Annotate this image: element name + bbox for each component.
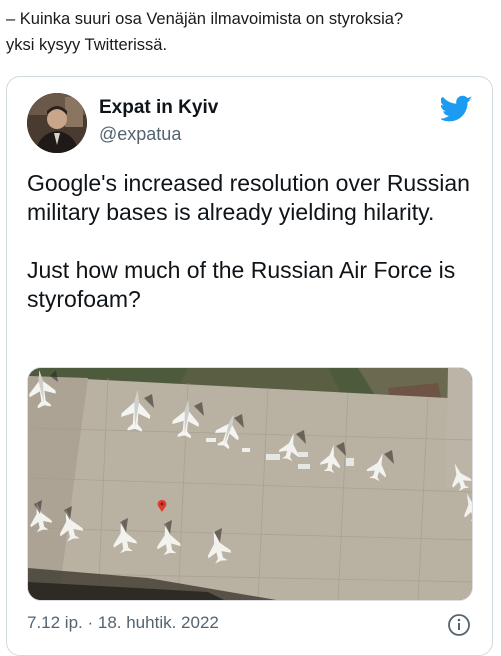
- tweet-text-paragraph-2: Just how much of the Russian Air Force i…: [27, 257, 456, 312]
- info-icon[interactable]: [447, 613, 471, 637]
- author-name[interactable]: Expat in Kyiv: [99, 97, 218, 119]
- avatar-image: [27, 93, 87, 153]
- satellite-image: [28, 368, 472, 600]
- tweet-timestamp[interactable]: 7.12 ip. · 18. huhtik. 2022: [27, 613, 219, 633]
- twitter-bird-icon[interactable]: [441, 95, 473, 123]
- avatar[interactable]: [27, 93, 87, 153]
- author-handle[interactable]: @expatua: [99, 124, 181, 145]
- caption-line-1: – Kuinka suuri osa Venäjän ilmavoimista …: [6, 10, 404, 28]
- tweet-text: Google's increased resolution over Russi…: [27, 169, 482, 343]
- article-caption: – Kuinka suuri osa Venäjän ilmavoimista …: [6, 6, 497, 58]
- tweet-media-satellite-image[interactable]: [27, 367, 473, 601]
- embedded-tweet-card[interactable]: Expat in Kyiv @expatua Google's increase…: [6, 76, 493, 656]
- caption-line-2: yksi kysyy Twitterissä.: [6, 36, 168, 54]
- tweet-text-paragraph-1: Google's increased resolution over Russi…: [27, 170, 470, 225]
